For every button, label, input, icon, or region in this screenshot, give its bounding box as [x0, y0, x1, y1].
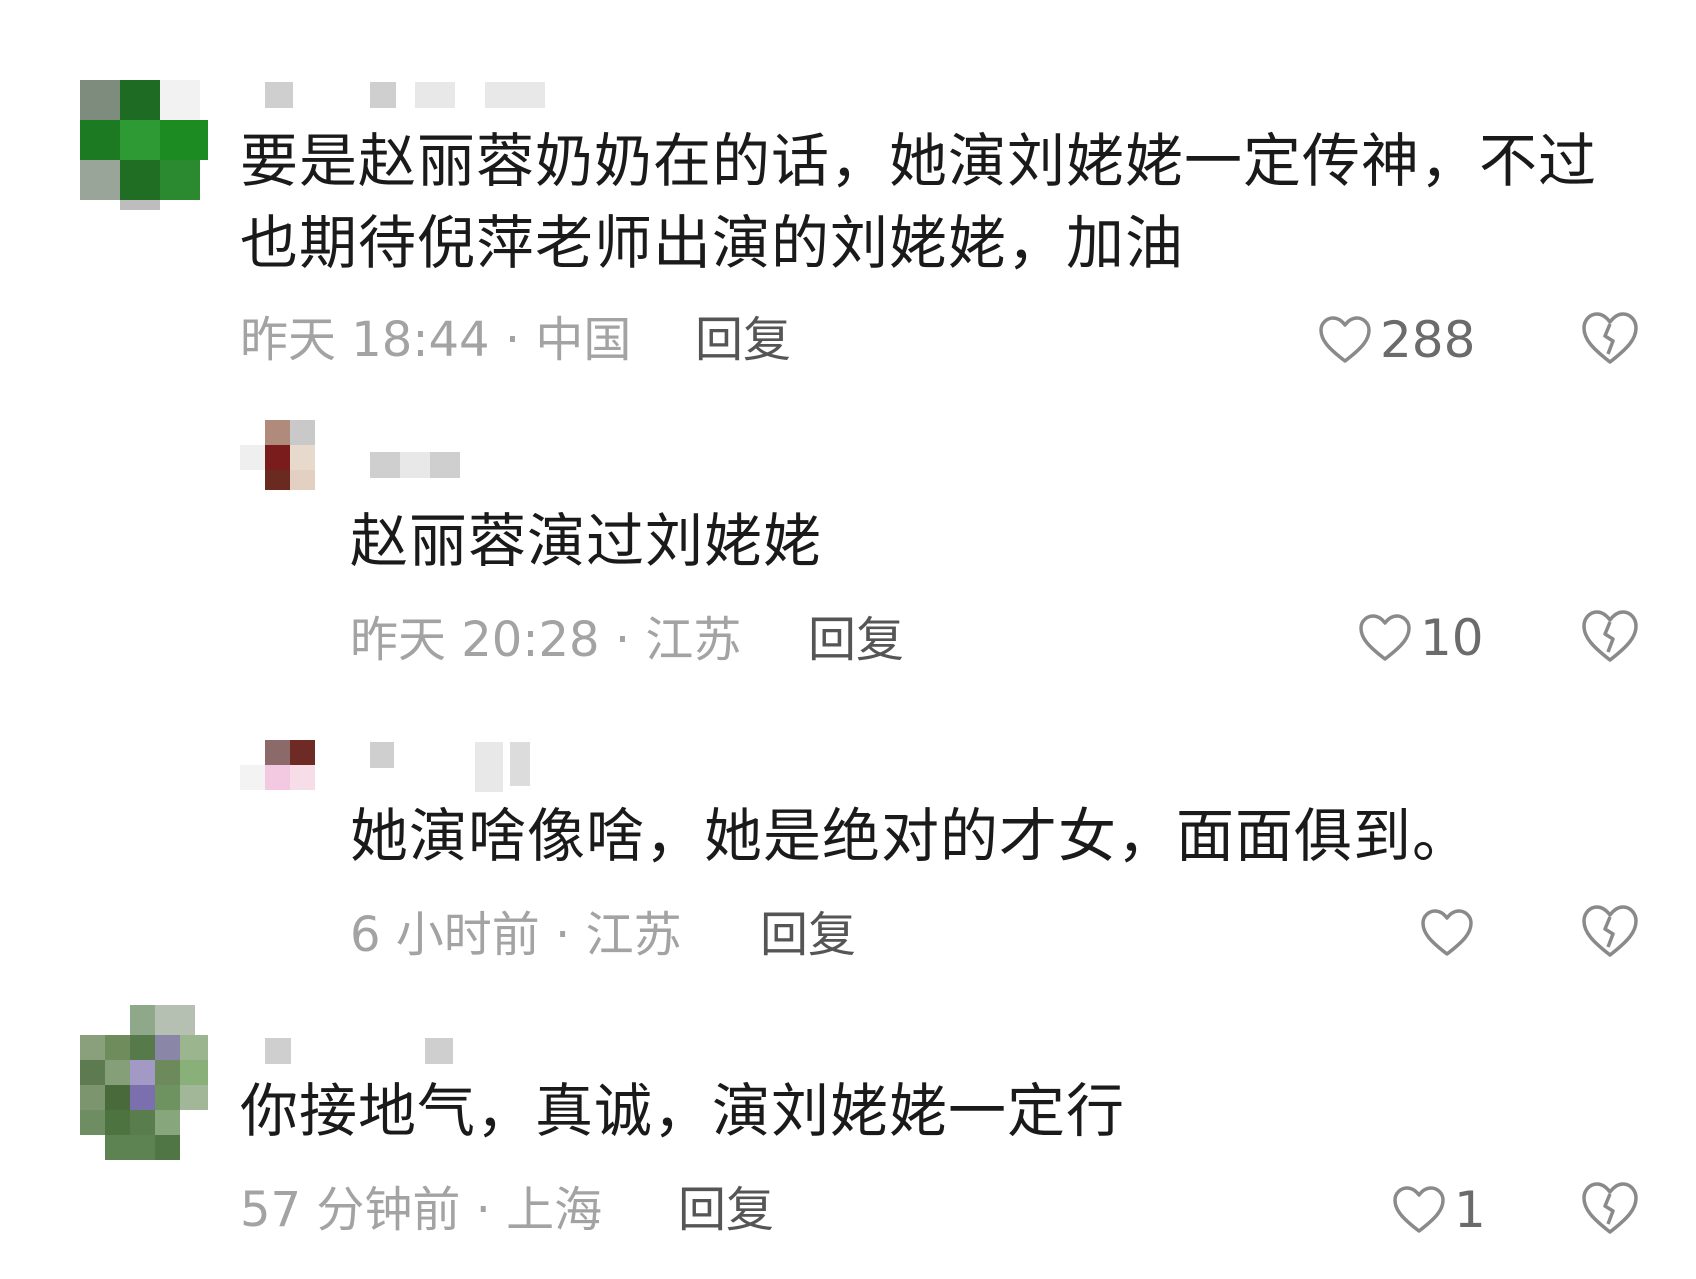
comment-text: 要是赵丽蓉奶奶在的话，她演刘姥姥一定传神，不过 也期待倪萍老师出演的刘姥姥，加油 — [240, 120, 1597, 284]
reply-button[interactable]: 回复 — [678, 1180, 774, 1240]
comment-text-line: 她演啥像啥，她是绝对的才女，面面俱到。 — [350, 802, 1472, 870]
dislike-button[interactable] — [1580, 903, 1640, 963]
reply-button[interactable]: 回复 — [808, 610, 904, 670]
like-button[interactable]: 1 — [1392, 1180, 1486, 1240]
avatar[interactable] — [240, 420, 330, 500]
comment-meta: 昨天 18:44 · 中国 回复 — [240, 310, 840, 370]
comment-text: 你接地气，真诚，演刘姥姥一定行 — [240, 1070, 1125, 1152]
broken-heart-icon — [1580, 905, 1640, 963]
heart-icon — [1392, 1185, 1446, 1235]
comment-meta: 57 分钟前 · 上海 回复 — [240, 1180, 840, 1240]
avatar[interactable] — [80, 1005, 208, 1165]
timestamp-location: 57 分钟前 · 上海 — [240, 1182, 603, 1238]
username-blurred[interactable] — [265, 82, 565, 122]
like-count: 1 — [1454, 1181, 1486, 1239]
comment-text-line: 要是赵丽蓉奶奶在的话，她演刘姥姥一定传神，不过 — [240, 127, 1598, 195]
broken-heart-icon — [1580, 312, 1640, 370]
reply-button[interactable]: 回复 — [760, 905, 856, 965]
dislike-button[interactable] — [1580, 608, 1640, 668]
username-blurred[interactable] — [370, 452, 490, 492]
like-button[interactable] — [1420, 903, 1482, 963]
timestamp-location: 6 小时前 · 江苏 — [350, 907, 682, 963]
broken-heart-icon — [1580, 610, 1640, 668]
heart-icon — [1420, 908, 1474, 958]
reply-button[interactable]: 回复 — [695, 310, 791, 370]
heart-icon — [1358, 613, 1412, 663]
comment-meta: 6 小时前 · 江苏 回复 — [350, 905, 950, 965]
dislike-button[interactable] — [1580, 310, 1640, 370]
like-count: 10 — [1420, 609, 1484, 667]
like-button[interactable]: 288 — [1318, 310, 1475, 370]
comment-text-line: 也期待倪萍老师出演的刘姥姥，加油 — [240, 209, 1185, 277]
broken-heart-icon — [1580, 1182, 1640, 1240]
timestamp-location: 昨天 18:44 · 中国 — [240, 312, 632, 368]
like-count: 288 — [1380, 311, 1476, 369]
comment-text-line: 赵丽蓉演过刘姥姥 — [350, 507, 823, 575]
comment-text-line: 你接地气，真诚，演刘姥姥一定行 — [240, 1077, 1126, 1145]
comment-text: 赵丽蓉演过刘姥姥 — [350, 500, 822, 582]
avatar[interactable] — [80, 50, 208, 210]
comment-meta: 昨天 20:28 · 江苏 回复 — [350, 610, 950, 670]
avatar[interactable] — [240, 735, 330, 815]
dislike-button[interactable] — [1580, 1180, 1640, 1240]
timestamp-location: 昨天 20:28 · 江苏 — [350, 612, 742, 668]
username-blurred[interactable] — [370, 742, 570, 792]
comment-text: 她演啥像啥，她是绝对的才女，面面俱到。 — [350, 795, 1471, 877]
heart-icon — [1318, 315, 1372, 365]
like-button[interactable]: 10 — [1358, 608, 1484, 668]
